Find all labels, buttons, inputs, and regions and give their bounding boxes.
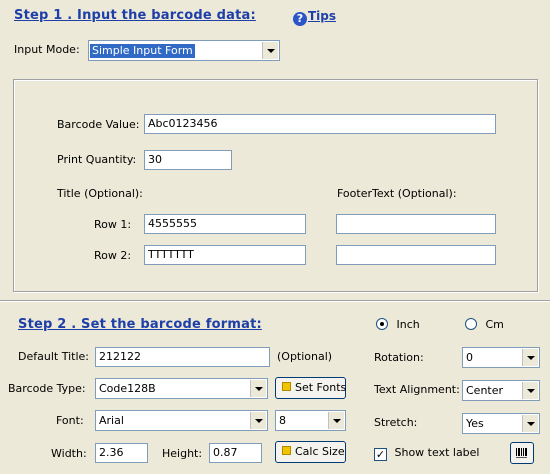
footer-optional-label: FooterText (Optional): [337, 187, 457, 200]
barcode-type-value: Code128B [99, 382, 156, 395]
font-label: Font: [56, 414, 84, 427]
text-alignment-label: Text Alignment: [374, 383, 460, 396]
width-label: Width: [51, 447, 87, 460]
default-title-label: Default Title: [18, 350, 89, 363]
chevron-down-icon [262, 42, 278, 59]
tips-label: Tips [308, 9, 337, 23]
optional-label: (Optional) [277, 350, 333, 363]
calc-size-button[interactable]: Calc Size [275, 441, 346, 463]
tips-link[interactable]: ? Tips [293, 9, 336, 26]
stretch-label: Stretch: [374, 416, 418, 429]
barcode-icon [516, 448, 527, 458]
barcode-value-input[interactable]: Abc0123456 [144, 114, 496, 134]
radio-unselected-icon [465, 318, 477, 330]
font-size-select[interactable]: 8 [275, 410, 346, 431]
chevron-down-icon [522, 382, 538, 399]
width-input[interactable]: 2.36 [95, 443, 148, 463]
footer-row2-input[interactable] [336, 245, 496, 265]
unit-inch-radio[interactable]: Inch [376, 318, 420, 331]
calc-size-label: Calc Size [295, 445, 345, 458]
default-title-input[interactable]: 212122 [95, 347, 270, 367]
checkmark-icon: ✓ [374, 448, 387, 461]
text-alignment-value: Center [466, 384, 504, 397]
font-size-value: 8 [279, 414, 286, 427]
input-mode-value: Simple Input Form [90, 44, 195, 58]
font-icon [282, 382, 291, 391]
barcode-preview-button[interactable] [510, 442, 534, 464]
font-value: Arial [99, 414, 124, 427]
chevron-down-icon [522, 415, 538, 432]
set-fonts-label: Set Fonts [295, 381, 347, 394]
unit-inch-label: Inch [396, 318, 420, 331]
chevron-down-icon [522, 349, 538, 366]
height-label: Height: [162, 447, 203, 460]
row2-label: Row 2: [94, 249, 132, 262]
stretch-select[interactable]: Yes [462, 413, 540, 434]
show-text-label-label: Show text label [394, 446, 480, 459]
calc-icon [282, 446, 291, 455]
stretch-value: Yes [466, 417, 484, 430]
chevron-down-icon [328, 412, 344, 429]
input-mode-label: Input Mode: [14, 43, 80, 56]
step2-title: Step 2 . Set the barcode format: [18, 317, 262, 332]
title-optional-label: Title (Optional): [57, 187, 143, 200]
print-quantity-input[interactable]: 30 [144, 150, 232, 170]
barcode-type-label: Barcode Type: [8, 382, 86, 395]
unit-cm-label: Cm [485, 318, 504, 331]
barcode-value-label: Barcode Value: [57, 118, 140, 131]
chevron-down-icon [250, 412, 266, 429]
footer-row1-input[interactable] [336, 214, 496, 234]
rotation-label: Rotation: [374, 351, 424, 364]
title-row2-input[interactable]: TTTTTTT [144, 245, 306, 265]
print-quantity-label: Print Quantity: [57, 153, 137, 166]
row1-label: Row 1: [94, 218, 132, 231]
input-mode-select[interactable]: Simple Input Form [88, 40, 280, 61]
barcode-type-select[interactable]: Code128B [95, 378, 268, 399]
rotation-value: 0 [466, 351, 473, 364]
section-divider [0, 300, 550, 302]
chevron-down-icon [250, 380, 266, 397]
rotation-select[interactable]: 0 [462, 347, 540, 368]
radio-selected-icon [376, 318, 388, 330]
font-select[interactable]: Arial [95, 410, 268, 431]
unit-cm-radio[interactable]: Cm [465, 318, 504, 331]
set-fonts-button[interactable]: Set Fonts [275, 377, 346, 399]
title-row1-input[interactable]: 4555555 [144, 214, 306, 234]
step1-title: Step 1 . Input the barcode data: [14, 8, 256, 23]
height-input[interactable]: 0.87 [209, 443, 262, 463]
help-circle-icon: ? [293, 12, 307, 26]
show-text-label-checkbox[interactable]: ✓ Show text label [374, 446, 480, 461]
text-alignment-select[interactable]: Center [462, 380, 540, 401]
